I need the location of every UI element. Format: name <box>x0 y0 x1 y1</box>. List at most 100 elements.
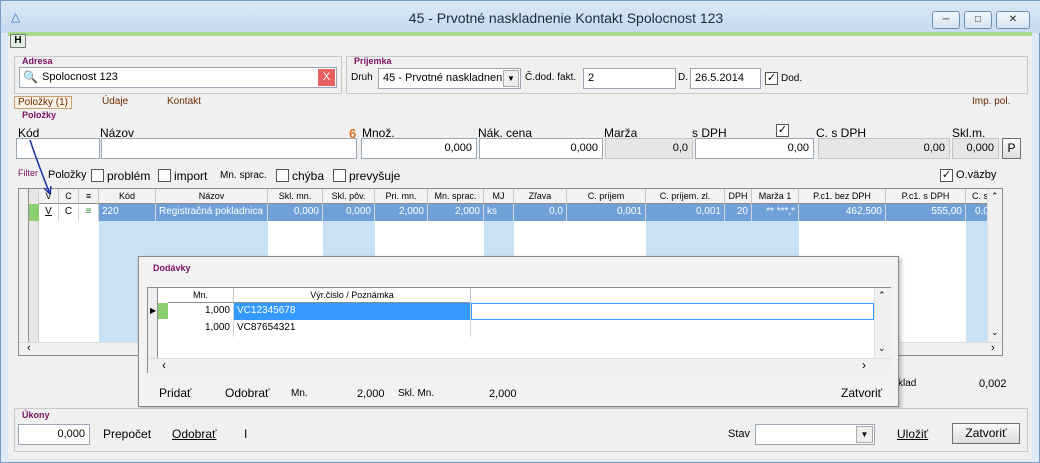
col-c[interactable]: C <box>59 189 79 204</box>
grid-row-header <box>19 189 29 344</box>
tab-kontakt[interactable]: Kontakt <box>167 96 201 107</box>
ovazby-checkbox[interactable]: ✓ <box>940 169 953 182</box>
prevysuje-checkbox[interactable] <box>333 169 346 182</box>
dodavky-row-edit[interactable] <box>471 303 874 320</box>
col-menu[interactable]: ≡ <box>79 189 99 204</box>
col-c-prijem-zl[interactable]: C. príjem. zl. <box>646 189 725 204</box>
prijemka-label: Príjemka <box>354 56 392 66</box>
tab-polozky[interactable]: Položky (1) <box>14 96 73 109</box>
cell-dph[interactable]: 20 <box>725 204 752 221</box>
cell-menu-icon[interactable]: ≡ <box>79 204 99 221</box>
scroll-right-icon[interactable]: › <box>991 342 995 354</box>
dodavky-zatvorit-button[interactable]: Zatvoriť <box>841 386 882 400</box>
ulozit-button[interactable]: Uložiť <box>897 427 928 441</box>
title-bar: △ 45 - Prvotné naskladnenie Kontakt Spol… <box>1 1 1040 33</box>
close-icon[interactable]: ✕ <box>996 11 1030 29</box>
stav-label: Stav <box>728 428 751 440</box>
dodavky-cell-vyr-1[interactable]: VC12345678 <box>234 303 471 320</box>
chevron-down-icon[interactable]: ▼ <box>503 70 519 87</box>
druh-select[interactable]: 45 - Prvotné naskladneni <box>378 68 521 89</box>
p-button[interactable]: P <box>1002 138 1021 159</box>
dodavky-cell-mn-1[interactable]: 1,000 <box>168 303 234 320</box>
dodavky-odobrat-button[interactable]: Odobrať <box>225 386 270 400</box>
chyba-checkbox[interactable] <box>276 169 289 182</box>
cell-c-prijem-zl[interactable]: 0,001 <box>646 204 725 221</box>
pridat-button[interactable]: Pridať <box>159 386 192 400</box>
dodavky-col-vyr[interactable]: Výr.čislo / Poznámka <box>234 288 471 303</box>
col-pri-mn[interactable]: Pri. mn. <box>375 189 428 204</box>
cell-pc1-s-dph[interactable]: 555,00 <box>886 204 966 221</box>
prepocet-button[interactable]: Prepočet <box>103 427 151 441</box>
dodavky-grid[interactable]: Mn. Výr.čislo / Poznámka ▶ 1,000 VC12345… <box>147 287 892 374</box>
col-mn-sprac[interactable]: Mn. sprac. <box>428 189 484 204</box>
cell-c[interactable]: C <box>59 204 79 221</box>
stav-chevron-down-icon[interactable]: ▼ <box>856 426 873 443</box>
ukony-input[interactable]: 0,000 <box>18 424 90 445</box>
cell-kod[interactable]: 220 <box>99 204 156 221</box>
dodavky-scroll-down-icon[interactable]: ⌄ <box>878 343 886 354</box>
scroll-up-icon[interactable]: ⌃ <box>991 191 999 202</box>
dodavky-scroll-right-icon[interactable]: › <box>862 358 866 372</box>
cell-skl-mn[interactable]: 0,000 <box>268 204 323 221</box>
col-mj[interactable]: MJ <box>484 189 514 204</box>
sdph-checkbox[interactable]: ✓ <box>776 124 789 137</box>
sdph-input[interactable]: 0,00 <box>695 138 814 159</box>
dodavky-cell-mn-2[interactable]: 1,000 <box>168 320 234 337</box>
cdod-label: Č.dod. fakt. <box>525 72 577 83</box>
cell-v[interactable]: V <box>39 204 59 221</box>
adresa-input[interactable]: Spolocnost 123 <box>19 67 337 88</box>
dodavky-hscrollbar[interactable] <box>148 358 892 374</box>
c-s-dph-input: 0,00 <box>818 138 950 159</box>
cell-c-prijem[interactable]: 0,001 <box>567 204 646 221</box>
cell-skl-pov[interactable]: 0,000 <box>323 204 375 221</box>
cell-zlava[interactable]: 0,0 <box>514 204 567 221</box>
date-input[interactable]: 26.5.2014 <box>690 68 761 89</box>
import-checkbox[interactable] <box>158 169 171 182</box>
cell-pri-mn[interactable]: 2,000 <box>375 204 428 221</box>
mn-sprac-label: Mn. sprac. <box>220 170 267 181</box>
col-nazov[interactable]: Názov <box>156 189 268 204</box>
col-skl-pov[interactable]: Skl. pôv. <box>323 189 375 204</box>
annotation-arrow <box>29 139 52 195</box>
nazov-input[interactable] <box>101 138 357 159</box>
cell-nazov[interactable]: Registračná pokladnica <box>156 204 268 221</box>
col-pc1-s-dph[interactable]: P.c1. s DPH <box>886 189 966 204</box>
druh-label: Druh <box>351 72 373 83</box>
col-zlava[interactable]: Zľava <box>514 189 567 204</box>
problem-checkbox[interactable] <box>91 169 104 182</box>
col-kod[interactable]: Kód <box>99 189 156 204</box>
col-dph[interactable]: DPH <box>725 189 752 204</box>
odobrat-button[interactable]: Odobrať <box>172 427 217 441</box>
scroll-down-icon[interactable]: ⌄ <box>991 327 999 338</box>
col-marza1[interactable]: Marža 1 <box>752 189 799 204</box>
nak-cena-input[interactable]: 0,000 <box>479 138 603 159</box>
dodavky-green-marker <box>158 303 168 319</box>
grid-vscrollbar[interactable] <box>987 189 1002 342</box>
col-skl-mn[interactable]: Skl. mn. <box>268 189 323 204</box>
h-button[interactable]: H <box>10 34 26 48</box>
cell-marza1[interactable]: ** ***,* <box>752 204 799 221</box>
dodavky-skl-label: Skl. Mn. <box>398 388 435 399</box>
minimize-icon[interactable]: ─ <box>932 11 960 29</box>
behind-label: klad <box>898 378 917 389</box>
zatvorit-button[interactable]: Zatvoriť <box>952 423 1020 444</box>
dodavky-scroll-up-icon[interactable]: ⌃ <box>878 290 886 301</box>
clear-button[interactable]: X <box>318 69 335 86</box>
tab-udaje[interactable]: Údaje <box>102 96 128 107</box>
col-c-prijem[interactable]: C. príjem <box>567 189 646 204</box>
cell-pc1-bez-dph[interactable]: 462,500 <box>799 204 886 221</box>
dod-checkbox[interactable]: ✓ <box>765 72 778 85</box>
mnoz-input[interactable]: 0,000 <box>361 138 477 159</box>
polozky-label: Položky <box>22 110 57 120</box>
cdod-input[interactable]: 2 <box>583 68 676 89</box>
maximize-icon[interactable]: □ <box>964 11 992 29</box>
imp-pol-link[interactable]: Imp. pol. <box>972 96 1010 107</box>
search-icon[interactable]: 🔍 <box>23 70 38 84</box>
col-pc1-bez-dph[interactable]: P.c1. bez DPH <box>799 189 886 204</box>
dodavky-scroll-left-icon[interactable]: ‹ <box>162 358 166 372</box>
dodavky-cell-vyr-2[interactable]: VC87654321 <box>234 320 471 337</box>
cell-mn-sprac[interactable]: 2,000 <box>428 204 484 221</box>
cell-mj[interactable]: ks <box>484 204 514 221</box>
scroll-left-icon[interactable]: ‹ <box>27 342 31 354</box>
dodavky-col-mn[interactable]: Mn. <box>168 288 234 303</box>
